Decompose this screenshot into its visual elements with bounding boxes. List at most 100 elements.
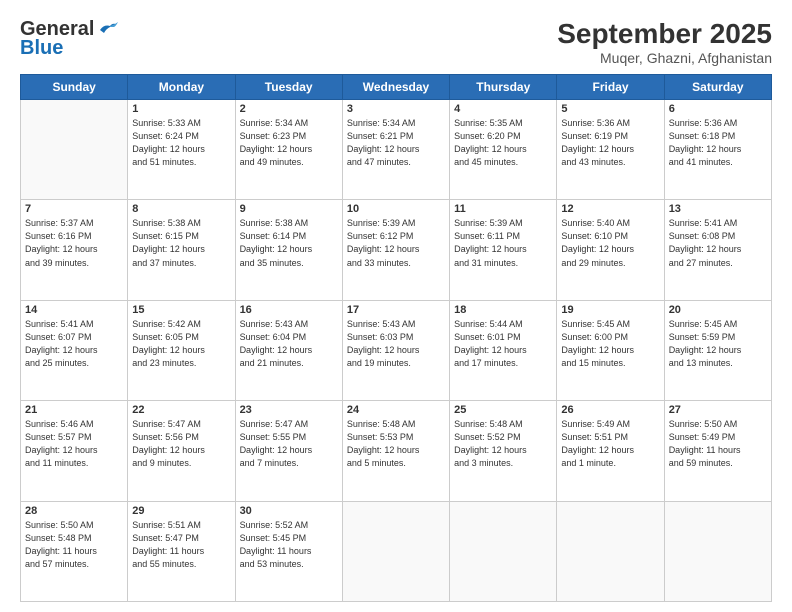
day-info: Sunrise: 5:39 AMSunset: 6:11 PMDaylight:…: [454, 217, 552, 269]
calendar-cell: 24 Sunrise: 5:48 AMSunset: 5:53 PMDayligh…: [342, 401, 449, 501]
calendar-cell: 4 Sunrise: 5:35 AMSunset: 6:20 PMDaylight…: [450, 100, 557, 200]
day-number: 3: [347, 103, 445, 115]
logo-blue: Blue: [20, 37, 63, 60]
calendar-cell: 17 Sunrise: 5:43 AMSunset: 6:03 PMDayligh…: [342, 300, 449, 400]
day-info: Sunrise: 5:33 AMSunset: 6:24 PMDaylight:…: [132, 117, 230, 169]
day-info: Sunrise: 5:44 AMSunset: 6:01 PMDaylight:…: [454, 318, 552, 370]
day-number: 23: [240, 404, 338, 416]
calendar-cell: 20 Sunrise: 5:45 AMSunset: 5:59 PMDayligh…: [664, 300, 771, 400]
calendar-cell: 22 Sunrise: 5:47 AMSunset: 5:56 PMDayligh…: [128, 401, 235, 501]
day-number: 5: [561, 103, 659, 115]
day-info: Sunrise: 5:50 AMSunset: 5:48 PMDaylight:…: [25, 519, 123, 571]
col-thursday: Thursday: [450, 75, 557, 100]
day-number: 26: [561, 404, 659, 416]
calendar-cell: 12 Sunrise: 5:40 AMSunset: 6:10 PMDayligh…: [557, 200, 664, 300]
day-info: Sunrise: 5:43 AMSunset: 6:03 PMDaylight:…: [347, 318, 445, 370]
calendar-cell: 30Sunrise: 5:52 AMSunset: 5:45 PMDayligh…: [235, 501, 342, 601]
calendar-cell: 5 Sunrise: 5:36 AMSunset: 6:19 PMDaylight…: [557, 100, 664, 200]
calendar-cell: 10 Sunrise: 5:39 AMSunset: 6:12 PMDayligh…: [342, 200, 449, 300]
day-number: 22: [132, 404, 230, 416]
day-info: Sunrise: 5:47 AMSunset: 5:56 PMDaylight:…: [132, 418, 230, 470]
calendar-week-5: 28 Sunrise: 5:50 AMSunset: 5:48 PMDayligh…: [21, 501, 772, 601]
calendar-cell: [450, 501, 557, 601]
day-number: 14: [25, 304, 123, 316]
day-info: Sunrise: 5:41 AMSunset: 6:08 PMDaylight:…: [669, 217, 767, 269]
day-number: 7: [25, 203, 123, 215]
day-number: 13: [669, 203, 767, 215]
day-info: Sunrise: 5:37 AMSunset: 6:16 PMDaylight:…: [25, 217, 123, 269]
calendar-cell: 13 Sunrise: 5:41 AMSunset: 6:08 PMDayligh…: [664, 200, 771, 300]
col-saturday: Saturday: [664, 75, 771, 100]
day-number: 18: [454, 304, 552, 316]
calendar-cell: 28 Sunrise: 5:50 AMSunset: 5:48 PMDayligh…: [21, 501, 128, 601]
day-number: 8: [132, 203, 230, 215]
col-monday: Monday: [128, 75, 235, 100]
calendar-cell: 11 Sunrise: 5:39 AMSunset: 6:11 PMDayligh…: [450, 200, 557, 300]
calendar-cell: 7 Sunrise: 5:37 AMSunset: 6:16 PMDaylight…: [21, 200, 128, 300]
day-number: 10: [347, 203, 445, 215]
day-info: Sunrise: 5:42 AMSunset: 6:05 PMDaylight:…: [132, 318, 230, 370]
day-number: 15: [132, 304, 230, 316]
day-info: Sunrise: 5:38 AMSunset: 6:15 PMDaylight:…: [132, 217, 230, 269]
col-tuesday: Tuesday: [235, 75, 342, 100]
day-info: Sunrise: 5:38 AMSunset: 6:14 PMDaylight:…: [240, 217, 338, 269]
calendar-cell: [664, 501, 771, 601]
day-number: 2: [240, 103, 338, 115]
calendar-cell: 15 Sunrise: 5:42 AMSunset: 6:05 PMDayligh…: [128, 300, 235, 400]
calendar-header-row: Sunday Monday Tuesday Wednesday Thursday…: [21, 75, 772, 100]
day-number: 21: [25, 404, 123, 416]
calendar-cell: 19 Sunrise: 5:45 AMSunset: 6:00 PMDayligh…: [557, 300, 664, 400]
calendar-cell: 16Sunrise: 5:43 AMSunset: 6:04 PMDayligh…: [235, 300, 342, 400]
day-info: Sunrise: 5:46 AMSunset: 5:57 PMDaylight:…: [25, 418, 123, 470]
day-number: 25: [454, 404, 552, 416]
day-number: 12: [561, 203, 659, 215]
calendar-title: September 2025: [557, 18, 772, 50]
calendar-cell: 26 Sunrise: 5:49 AMSunset: 5:51 PMDayligh…: [557, 401, 664, 501]
col-friday: Friday: [557, 75, 664, 100]
day-number: 4: [454, 103, 552, 115]
day-number: 20: [669, 304, 767, 316]
calendar-week-4: 21 Sunrise: 5:46 AMSunset: 5:57 PMDayligh…: [21, 401, 772, 501]
calendar-table: Sunday Monday Tuesday Wednesday Thursday…: [20, 74, 772, 602]
day-info: Sunrise: 5:36 AMSunset: 6:19 PMDaylight:…: [561, 117, 659, 169]
day-info: Sunrise: 5:43 AMSunset: 6:04 PMDaylight:…: [240, 318, 338, 370]
calendar-subtitle: Muqer, Ghazni, Afghanistan: [557, 50, 772, 66]
calendar-week-3: 14 Sunrise: 5:41 AMSunset: 6:07 PMDayligh…: [21, 300, 772, 400]
logo: General Blue: [20, 18, 118, 60]
day-info: Sunrise: 5:34 AMSunset: 6:21 PMDaylight:…: [347, 117, 445, 169]
day-number: 11: [454, 203, 552, 215]
calendar-week-1: 1Sunrise: 5:33 AMSunset: 6:24 PMDaylight…: [21, 100, 772, 200]
day-info: Sunrise: 5:34 AMSunset: 6:23 PMDaylight:…: [240, 117, 338, 169]
day-number: 6: [669, 103, 767, 115]
day-number: 28: [25, 505, 123, 517]
col-sunday: Sunday: [21, 75, 128, 100]
calendar-cell: [21, 100, 128, 200]
calendar-cell: 25Sunrise: 5:48 AMSunset: 5:52 PMDayligh…: [450, 401, 557, 501]
day-number: 9: [240, 203, 338, 215]
logo-bird-icon: [96, 22, 118, 38]
page: General Blue September 2025 Muqer, Ghazn…: [0, 0, 792, 612]
calendar-cell: 27Sunrise: 5:50 AMSunset: 5:49 PMDayligh…: [664, 401, 771, 501]
calendar-cell: [342, 501, 449, 601]
calendar-cell: 1Sunrise: 5:33 AMSunset: 6:24 PMDaylight…: [128, 100, 235, 200]
day-info: Sunrise: 5:35 AMSunset: 6:20 PMDaylight:…: [454, 117, 552, 169]
day-number: 17: [347, 304, 445, 316]
day-number: 19: [561, 304, 659, 316]
day-number: 29: [132, 505, 230, 517]
day-info: Sunrise: 5:47 AMSunset: 5:55 PMDaylight:…: [240, 418, 338, 470]
day-number: 24: [347, 404, 445, 416]
day-info: Sunrise: 5:45 AMSunset: 5:59 PMDaylight:…: [669, 318, 767, 370]
calendar-cell: [557, 501, 664, 601]
day-info: Sunrise: 5:48 AMSunset: 5:53 PMDaylight:…: [347, 418, 445, 470]
calendar-cell: 9 Sunrise: 5:38 AMSunset: 6:14 PMDaylight…: [235, 200, 342, 300]
day-info: Sunrise: 5:49 AMSunset: 5:51 PMDaylight:…: [561, 418, 659, 470]
day-info: Sunrise: 5:51 AMSunset: 5:47 PMDaylight:…: [132, 519, 230, 571]
day-info: Sunrise: 5:41 AMSunset: 6:07 PMDaylight:…: [25, 318, 123, 370]
day-number: 30: [240, 505, 338, 517]
day-info: Sunrise: 5:45 AMSunset: 6:00 PMDaylight:…: [561, 318, 659, 370]
calendar-cell: 2 Sunrise: 5:34 AMSunset: 6:23 PMDaylight…: [235, 100, 342, 200]
day-info: Sunrise: 5:40 AMSunset: 6:10 PMDaylight:…: [561, 217, 659, 269]
title-block: September 2025 Muqer, Ghazni, Afghanista…: [557, 18, 772, 66]
calendar-cell: 3 Sunrise: 5:34 AMSunset: 6:21 PMDaylight…: [342, 100, 449, 200]
day-info: Sunrise: 5:39 AMSunset: 6:12 PMDaylight:…: [347, 217, 445, 269]
